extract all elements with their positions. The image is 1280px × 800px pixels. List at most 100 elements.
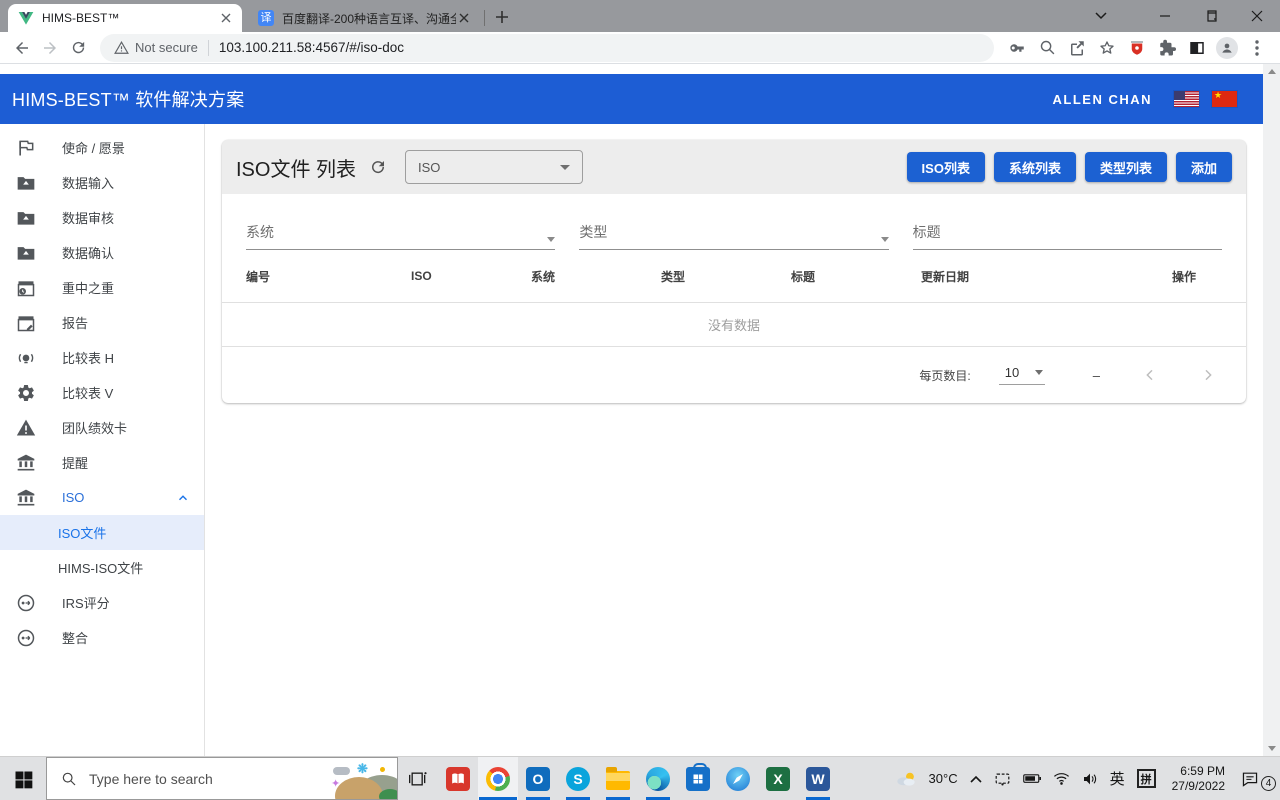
cast-display-icon[interactable] bbox=[994, 772, 1011, 786]
title-filter-input[interactable]: 标题 bbox=[913, 216, 1222, 250]
zoom-icon[interactable] bbox=[1032, 34, 1062, 62]
column-header-updated: 更新日期 bbox=[921, 268, 1146, 285]
wifi-icon[interactable] bbox=[1053, 772, 1070, 785]
chevron-up-icon bbox=[176, 491, 190, 505]
share-icon[interactable] bbox=[1062, 34, 1092, 62]
sidebar-item-data-confirm[interactable]: 数据确认 bbox=[0, 235, 204, 270]
volume-icon[interactable] bbox=[1082, 772, 1098, 786]
new-tab-button[interactable] bbox=[489, 4, 515, 30]
tab-search-chevron-icon[interactable] bbox=[1086, 0, 1116, 32]
page-size-select[interactable]: 10 bbox=[999, 365, 1045, 385]
weather-icon[interactable] bbox=[895, 771, 917, 787]
compass-browser-icon bbox=[726, 767, 750, 791]
tab-close-icon[interactable] bbox=[218, 10, 234, 26]
file-explorer-icon bbox=[606, 771, 630, 790]
side-panel-icon[interactable] bbox=[1182, 34, 1212, 62]
taskbar-app-excel[interactable]: X bbox=[758, 757, 798, 800]
folder-confirm-icon bbox=[16, 243, 36, 263]
previous-page-button[interactable] bbox=[1142, 367, 1158, 383]
sidebar-item-data-entry[interactable]: 数据输入 bbox=[0, 165, 204, 200]
task-view-button[interactable] bbox=[398, 757, 438, 800]
system-filter-label: 系统 bbox=[246, 222, 274, 242]
security-status-label[interactable]: Not secure bbox=[135, 40, 198, 55]
sidebar-item-irs-score[interactable]: IRS评分 bbox=[0, 585, 204, 620]
sidebar-item-comparison-v[interactable]: 比较表 V bbox=[0, 375, 204, 410]
taskbar-app-store[interactable] bbox=[678, 757, 718, 800]
taskbar-app-chrome[interactable] bbox=[478, 757, 518, 800]
address-bar[interactable]: Not secure 103.100.211.58:4567/#/iso-doc bbox=[100, 34, 994, 62]
iso-list-button[interactable]: ISO列表 bbox=[907, 152, 985, 182]
browser-tab-inactive[interactable]: 译 百度翻译-200种语言互译、沟通全 bbox=[248, 4, 480, 32]
not-secure-warning-icon bbox=[114, 41, 129, 55]
taskbar-app-file-explorer[interactable] bbox=[598, 757, 638, 800]
taskbar-app-book[interactable] bbox=[438, 757, 478, 800]
profile-avatar[interactable] bbox=[1212, 34, 1242, 62]
scroll-down-arrow-icon[interactable] bbox=[1268, 746, 1276, 751]
us-flag-icon[interactable] bbox=[1174, 91, 1199, 107]
page-viewport: HIMS-BEST™ 软件解决方案 ALLEN CHAN 使命 / 愿景 数据输… bbox=[0, 64, 1280, 756]
system-list-button[interactable]: 系统列表 bbox=[994, 152, 1076, 182]
bookmark-star-icon[interactable] bbox=[1092, 34, 1122, 62]
china-flag-icon[interactable] bbox=[1212, 91, 1237, 107]
user-name[interactable]: ALLEN CHAN bbox=[1053, 92, 1153, 107]
sidebar-item-mission-vision[interactable]: 使命 / 愿景 bbox=[0, 130, 204, 165]
next-page-button[interactable] bbox=[1200, 367, 1216, 383]
sidebar-item-reminder[interactable]: 提醒 bbox=[0, 445, 204, 480]
ime-language-indicator[interactable]: 英 bbox=[1110, 768, 1125, 789]
sidebar-item-label: 使命 / 愿景 bbox=[62, 138, 125, 157]
adblock-extension-icon[interactable] bbox=[1122, 34, 1152, 62]
taskbar-app-word[interactable]: W bbox=[798, 757, 838, 800]
clock-time: 6:59 PM bbox=[1172, 764, 1225, 779]
sidebar-item-integration[interactable]: 整合 bbox=[0, 620, 204, 655]
sidebar-item-hims-iso-doc[interactable]: HIMS-ISO文件 bbox=[0, 550, 204, 585]
show-hidden-icons-chevron[interactable] bbox=[970, 775, 982, 783]
forward-button[interactable] bbox=[36, 34, 64, 62]
taskbar-clock[interactable]: 6:59 PM 27/9/2022 bbox=[1172, 764, 1225, 794]
taskbar-app-outlook[interactable]: O bbox=[518, 757, 558, 800]
iso-select[interactable]: ISO bbox=[405, 150, 583, 184]
minimize-button[interactable] bbox=[1142, 0, 1188, 32]
add-button[interactable]: 添加 bbox=[1176, 152, 1232, 182]
page-scrollbar[interactable] bbox=[1263, 64, 1280, 756]
type-filter-select[interactable]: 类型 bbox=[579, 216, 888, 250]
taskbar-app-edge[interactable] bbox=[638, 757, 678, 800]
maximize-button[interactable] bbox=[1188, 0, 1234, 32]
sidebar-item-data-review[interactable]: 数据审核 bbox=[0, 200, 204, 235]
chevron-down-icon bbox=[1035, 370, 1043, 375]
tab-close-icon[interactable] bbox=[456, 10, 472, 26]
sidebar-item-iso[interactable]: ISO bbox=[0, 480, 204, 515]
reload-button[interactable] bbox=[64, 34, 92, 62]
scroll-up-arrow-icon[interactable] bbox=[1268, 69, 1276, 74]
system-filter-select[interactable]: 系统 bbox=[246, 216, 555, 250]
start-button[interactable] bbox=[0, 757, 46, 800]
notification-count-badge: 4 bbox=[1261, 776, 1276, 791]
close-window-button[interactable] bbox=[1234, 0, 1280, 32]
bank-icon bbox=[16, 488, 36, 508]
refresh-icon[interactable] bbox=[369, 158, 387, 176]
battery-icon[interactable] bbox=[1023, 773, 1041, 784]
temperature-text[interactable]: 30°C bbox=[929, 771, 958, 786]
sidebar-item-label: 比较表 V bbox=[62, 383, 113, 402]
sidebar-item-report[interactable]: 报告 bbox=[0, 305, 204, 340]
redo-circle-icon bbox=[16, 593, 36, 613]
browser-tab-active[interactable]: HIMS-BEST™ bbox=[8, 4, 242, 32]
sidebar-item-top-priority[interactable]: 重中之重 bbox=[0, 270, 204, 305]
back-button[interactable] bbox=[8, 34, 36, 62]
address-divider bbox=[208, 40, 209, 56]
password-key-icon[interactable] bbox=[1002, 34, 1032, 62]
sidebar-item-iso-doc[interactable]: ISO文件 bbox=[0, 515, 204, 550]
ime-pinyin-indicator[interactable]: 拼 bbox=[1137, 769, 1156, 788]
extensions-puzzle-icon[interactable] bbox=[1152, 34, 1182, 62]
search-box-illustration: ❋ ✦ bbox=[331, 758, 397, 799]
sidebar-item-comparison-h[interactable]: 比较表 H bbox=[0, 340, 204, 375]
column-header-title: 标题 bbox=[791, 268, 921, 285]
notification-center-icon[interactable] bbox=[1241, 771, 1259, 787]
taskbar-search-box[interactable]: Type here to search ❋ ✦ bbox=[46, 757, 398, 800]
taskbar-app-skype[interactable]: S bbox=[558, 757, 598, 800]
type-list-button[interactable]: 类型列表 bbox=[1085, 152, 1167, 182]
sidebar-item-team-scorecard[interactable]: 团队绩效卡 bbox=[0, 410, 204, 445]
baidu-translate-icon: 译 bbox=[258, 10, 274, 26]
url-text[interactable]: 103.100.211.58:4567/#/iso-doc bbox=[219, 40, 404, 55]
menu-kebab-icon[interactable] bbox=[1242, 34, 1272, 62]
taskbar-app-compass[interactable] bbox=[718, 757, 758, 800]
